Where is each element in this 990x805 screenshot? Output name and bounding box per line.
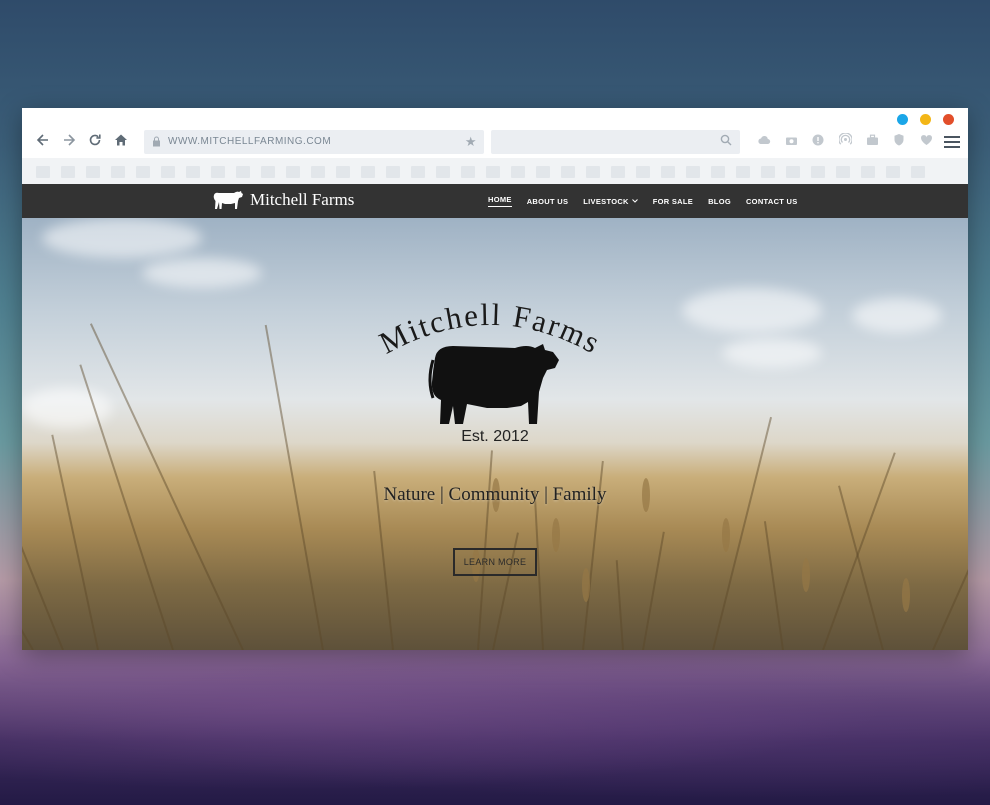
bookmark-slot[interactable] [411, 166, 425, 178]
lock-icon [152, 130, 161, 156]
browser-window: WWW.MITCHELLFARMING.COM ★ Mitchell Farms… [22, 108, 968, 650]
bookmark-slot[interactable] [111, 166, 125, 178]
reload-icon[interactable] [84, 132, 106, 154]
bookmark-slot[interactable] [161, 166, 175, 178]
bookmark-slot[interactable] [911, 166, 925, 178]
bookmark-slot[interactable] [361, 166, 375, 178]
bookmark-slot[interactable] [61, 166, 75, 178]
bookmarks-bar [22, 158, 968, 184]
minimize-button[interactable] [897, 114, 908, 125]
address-bar[interactable]: WWW.MITCHELLFARMING.COM ★ [144, 130, 484, 154]
url-text: WWW.MITCHELLFARMING.COM [168, 136, 332, 147]
nav-about-us[interactable]: ABOUT US [527, 197, 569, 206]
nav-contact-us[interactable]: CONTACT US [746, 197, 798, 206]
bookmark-star-icon[interactable]: ★ [465, 130, 477, 154]
site-navbar: Mitchell Farms HOME ABOUT US LIVESTOCK F… [22, 184, 968, 218]
home-icon[interactable] [110, 132, 132, 154]
chevron-down-icon [631, 199, 638, 203]
hero-content: Mitchell Farms Est. 2012 Nature | Commun… [22, 218, 968, 650]
bookmark-slot[interactable] [211, 166, 225, 178]
browser-toolbar: WWW.MITCHELLFARMING.COM ★ [22, 130, 968, 158]
nav-home[interactable]: HOME [488, 195, 512, 207]
bookmark-slot[interactable] [786, 166, 800, 178]
hero-tagline: Nature | Community | Family [383, 484, 607, 505]
brand-name: Mitchell Farms [250, 190, 355, 209]
bookmark-slot[interactable] [811, 166, 825, 178]
bookmark-slot[interactable] [436, 166, 450, 178]
hero-section: Mitchell Farms Est. 2012 Nature | Commun… [22, 218, 968, 650]
bull-silhouette-icon [428, 344, 559, 424]
bookmark-slot[interactable] [686, 166, 700, 178]
bookmark-slot[interactable] [761, 166, 775, 178]
bookmark-slot[interactable] [486, 166, 500, 178]
bookmark-slot[interactable] [136, 166, 150, 178]
cow-logo-icon [213, 191, 243, 209]
bookmark-slot[interactable] [661, 166, 675, 178]
bookmark-slot[interactable] [261, 166, 275, 178]
back-arrow-icon[interactable] [32, 132, 54, 154]
bookmark-slot[interactable] [461, 166, 475, 178]
bookmark-slot[interactable] [561, 166, 575, 178]
camera-icon[interactable] [782, 133, 800, 151]
shield-icon[interactable] [890, 133, 908, 151]
window-controls [897, 114, 954, 125]
bookmark-slot[interactable] [836, 166, 850, 178]
bookmark-slot[interactable] [311, 166, 325, 178]
search-input[interactable] [491, 130, 740, 154]
forward-arrow-icon[interactable] [58, 132, 80, 154]
nav-livestock[interactable]: LIVESTOCK [583, 196, 638, 206]
bookmark-slot[interactable] [636, 166, 650, 178]
bookmark-slot[interactable] [86, 166, 100, 178]
primary-nav: HOME ABOUT US LIVESTOCK FOR SALE BLOG CO… [488, 184, 798, 218]
info-icon[interactable] [809, 133, 827, 151]
search-icon [720, 134, 732, 149]
established-text: Est. 2012 [461, 428, 529, 445]
site-logo[interactable]: Mitchell Farms [212, 189, 354, 211]
bookmark-slot[interactable] [711, 166, 725, 178]
hamburger-menu-icon[interactable] [944, 133, 960, 151]
bookmark-slot[interactable] [511, 166, 525, 178]
bookmark-slot[interactable] [886, 166, 900, 178]
bookmark-slot[interactable] [236, 166, 250, 178]
learn-more-button[interactable]: LEARN MORE [453, 548, 537, 576]
bookmark-slot[interactable] [586, 166, 600, 178]
cloud-download-icon[interactable] [755, 133, 773, 151]
nav-for-sale[interactable]: FOR SALE [653, 197, 693, 206]
maximize-button[interactable] [920, 114, 931, 125]
nav-livestock-label: LIVESTOCK [583, 196, 629, 206]
bookmark-slot[interactable] [611, 166, 625, 178]
bookmark-slot[interactable] [336, 166, 350, 178]
toolbar-icons [755, 132, 960, 151]
bookmark-slot[interactable] [36, 166, 50, 178]
bookmark-slot[interactable] [861, 166, 875, 178]
bookmark-slot[interactable] [186, 166, 200, 178]
bookmark-slot[interactable] [286, 166, 300, 178]
nav-blog[interactable]: BLOG [708, 197, 731, 206]
heart-icon[interactable] [917, 133, 935, 151]
briefcase-icon[interactable] [863, 133, 881, 151]
bookmark-placeholders [36, 166, 925, 178]
bookmark-slot[interactable] [536, 166, 550, 178]
bookmark-slot[interactable] [736, 166, 750, 178]
background-haze [0, 635, 990, 805]
broadcast-icon[interactable] [836, 132, 854, 151]
close-button[interactable] [943, 114, 954, 125]
bookmark-slot[interactable] [386, 166, 400, 178]
browser-titlebar [22, 108, 968, 130]
